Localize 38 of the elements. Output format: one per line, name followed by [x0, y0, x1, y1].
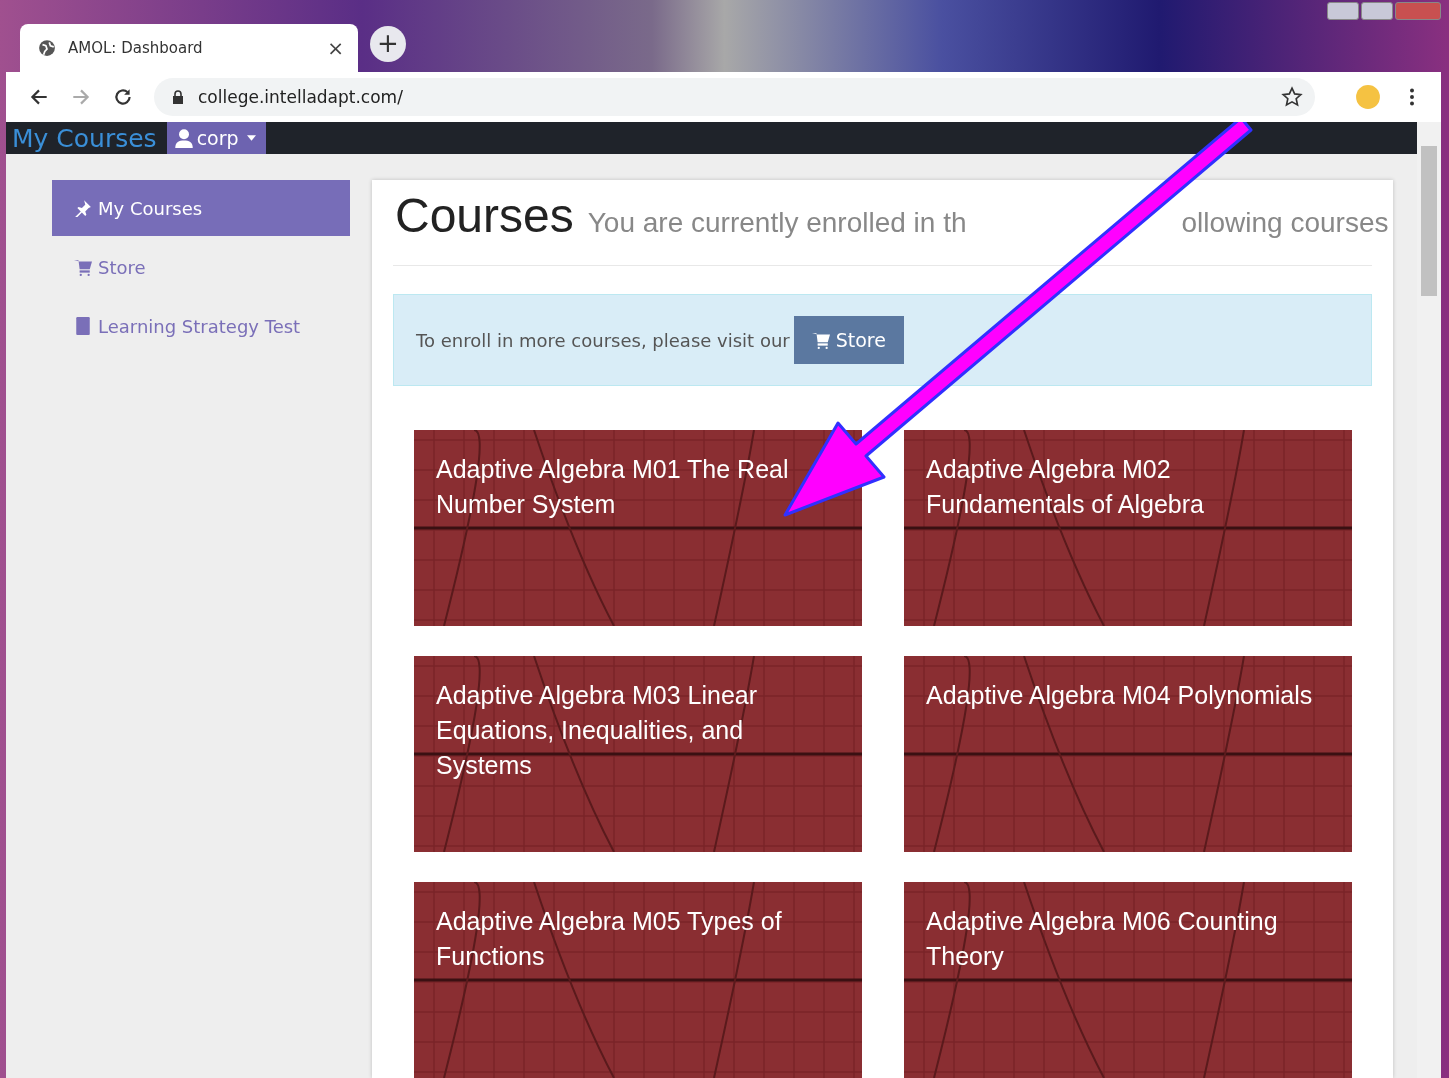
- course-card[interactable]: Adaptive Algebra M05 Types of Functions: [414, 882, 862, 1078]
- course-title: Adaptive Algebra M05 Types of Functions: [436, 906, 783, 972]
- brand-link[interactable]: My Courses: [12, 122, 167, 154]
- user-menu-button[interactable]: corp: [166, 122, 266, 154]
- alert-text: To enroll in more courses, please visit our: [416, 329, 790, 351]
- user-icon: [174, 128, 193, 148]
- pin-icon: [74, 199, 92, 217]
- cart-icon: [811, 331, 830, 349]
- reload-icon[interactable]: [112, 86, 134, 108]
- cart-icon: [74, 258, 92, 276]
- course-title: Adaptive Algebra M02 Fundamentals of Algebra: [926, 454, 1205, 520]
- course-card[interactable]: Adaptive Algebra M02 Fundamentals of Algebra: [904, 430, 1352, 626]
- tab-title: AMOL: Dashboard: [68, 39, 204, 57]
- course-title: Adaptive Algebra M01 The Real Number System: [436, 454, 790, 520]
- close-icon[interactable]: ×: [327, 36, 344, 60]
- course-title: Adaptive Algebra M03 Linear Equations, Inequalities, and Systems: [436, 680, 759, 781]
- course-card[interactable]: Adaptive Algebra M01 The Real Number System: [414, 430, 862, 626]
- lock-icon: [172, 90, 184, 104]
- page-subtitle: You are currently enrolled in th: [587, 207, 967, 239]
- course-title: Adaptive Algebra M06 Counting Theory: [926, 906, 1279, 972]
- course-card[interactable]: Adaptive Algebra M04 Polynomials: [904, 656, 1352, 852]
- book-icon: [74, 317, 92, 335]
- course-card[interactable]: Adaptive Algebra M03 Linear Equations, Inequalities, and Systems: [414, 656, 862, 852]
- course-title: Adaptive Algebra M04 Polynomials: [926, 680, 1314, 711]
- sidebar-item[interactable]: Store: [52, 239, 350, 295]
- sidebar-item[interactable]: Learning Strategy Test: [52, 298, 350, 354]
- star-icon[interactable]: [1281, 86, 1303, 108]
- globe-icon: [38, 39, 56, 57]
- page-subtitle: ollowing courses: [1181, 207, 1389, 239]
- course-card[interactable]: Adaptive Algebra M06 Counting Theory: [904, 882, 1352, 1078]
- address-bar[interactable]: college.intelladapt.com/: [154, 78, 1315, 116]
- browser-tab[interactable]: AMOL: Dashboard ×: [20, 24, 358, 72]
- caret-icon: [246, 135, 256, 141]
- page-title: Courses: [395, 188, 574, 243]
- store-button[interactable]: Store: [793, 316, 904, 364]
- window-controls[interactable]: [1327, 2, 1441, 20]
- sidebar-item[interactable]: My Courses: [52, 180, 350, 236]
- new-tab-button[interactable]: +: [370, 26, 406, 62]
